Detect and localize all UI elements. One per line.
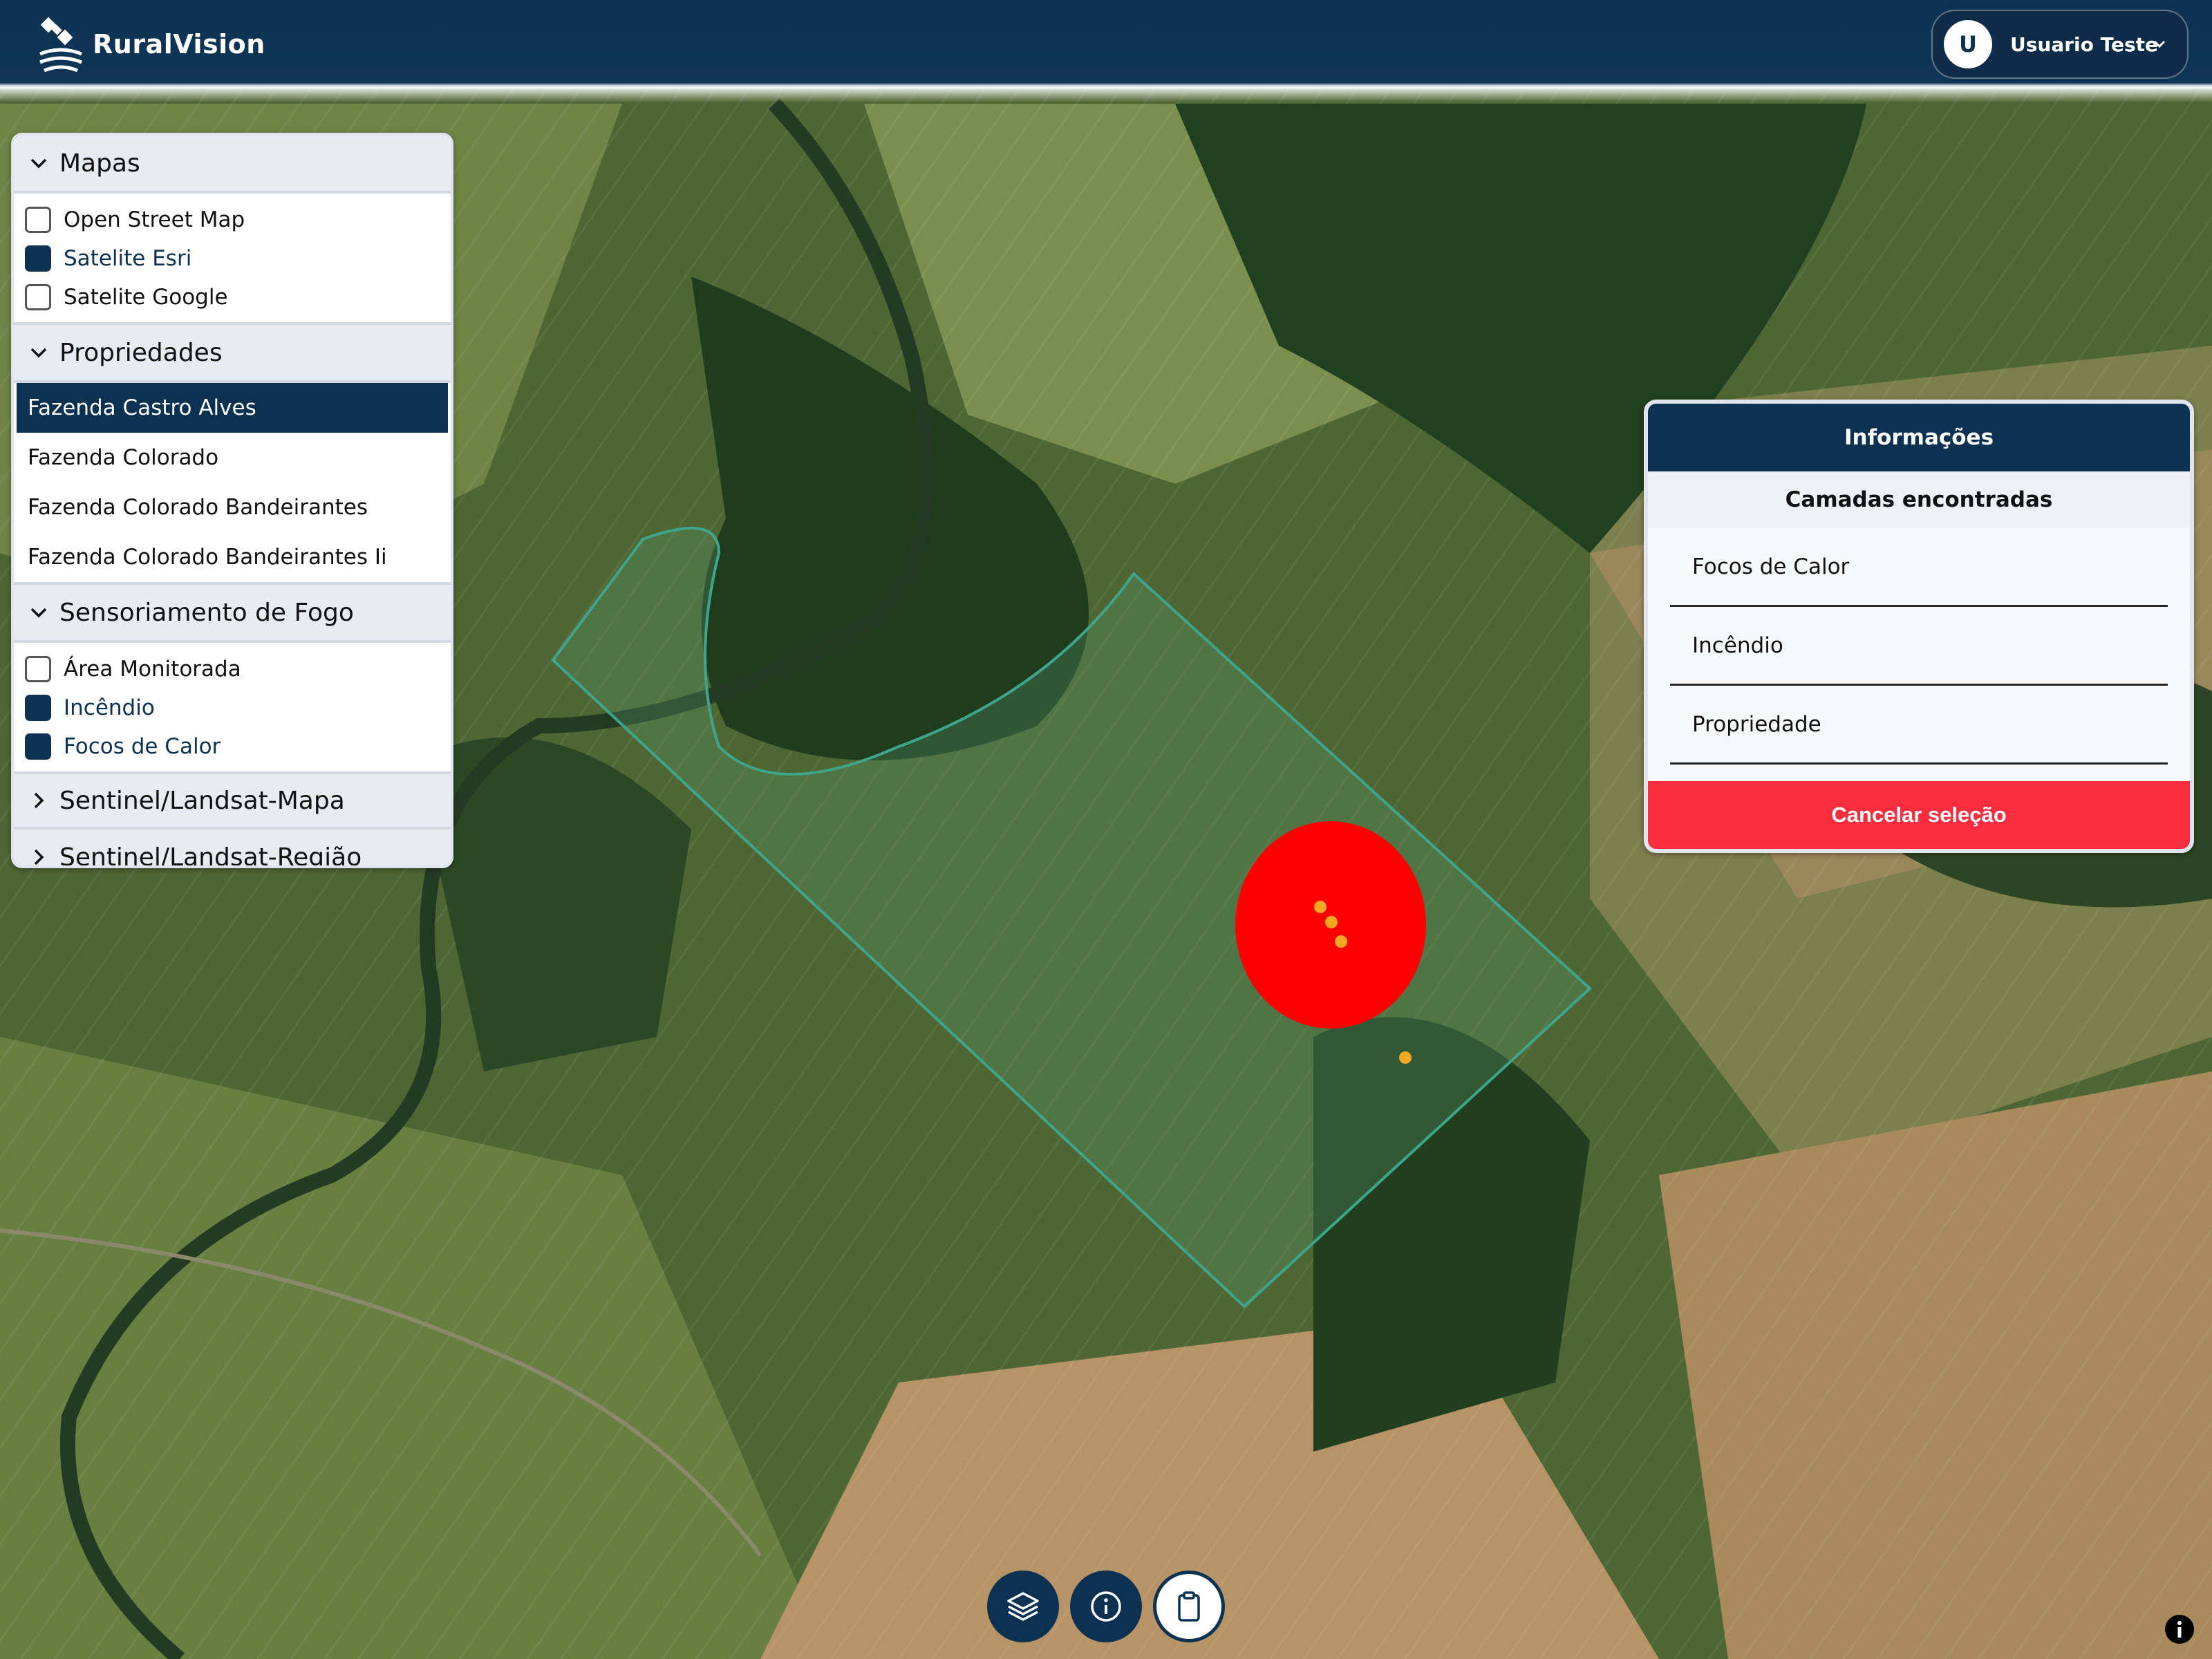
layer-option-incendio[interactable]: Incêndio xyxy=(14,688,451,727)
found-layer-item[interactable]: Propriedade xyxy=(1670,686,2168,765)
checkbox[interactable] xyxy=(25,207,51,233)
heat-spot[interactable] xyxy=(1335,935,1347,948)
property-item[interactable]: Fazenda Colorado Bandeirantes Ii xyxy=(17,532,448,582)
group-body-mapas: Open Street Map Satelite Esri Satelite G… xyxy=(14,194,451,322)
layer-option-label: Área Monitorada xyxy=(64,657,241,682)
property-item[interactable]: Fazenda Colorado Bandeirantes xyxy=(17,482,448,532)
top-bar-shadow xyxy=(0,87,2212,102)
chevron-down-icon xyxy=(30,158,47,169)
info-panel: Informações Camadas encontradas Focos de… xyxy=(1644,400,2194,853)
clipboard-button[interactable] xyxy=(1153,1571,1225,1642)
group-header-propriedades[interactable]: Propriedades xyxy=(14,325,451,383)
checkbox[interactable] xyxy=(25,245,51,272)
group-body-propriedades: Fazenda Castro Alves Fazenda Colorado Fa… xyxy=(14,383,451,582)
group-title: Sentinel/Landsat-Região xyxy=(59,843,362,868)
layer-option-label: Satelite Esri xyxy=(64,246,192,271)
group-header-sentinel-landsat-mapa[interactable]: Sentinel/Landsat-Mapa xyxy=(14,771,451,830)
chevron-right-icon xyxy=(34,849,44,865)
brand[interactable]: RuralVision xyxy=(36,12,265,76)
group-header-sentinel-landsat-regiao[interactable]: Sentinel/Landsat-Região xyxy=(14,830,451,868)
chevron-down-icon[interactable] xyxy=(2153,37,2166,51)
group-body-sensoriamento-de-fogo: Área Monitorada Incêndio Focos de Calor xyxy=(14,643,451,771)
user-menu[interactable]: U Usuario Teste xyxy=(1931,10,2188,79)
user-name: Usuario Teste xyxy=(2010,32,2159,56)
checkbox[interactable] xyxy=(25,695,51,721)
layer-option-label: Open Street Map xyxy=(64,207,245,232)
checkbox[interactable] xyxy=(25,656,51,682)
layer-option-satelite-google[interactable]: Satelite Google xyxy=(14,278,451,317)
layer-option-focos-de-calor[interactable]: Focos de Calor xyxy=(14,727,451,766)
group-title: Sensoriamento de Fogo xyxy=(59,598,354,627)
info-panel-title: Informações xyxy=(1648,404,2190,471)
layer-option-label: Incêndio xyxy=(64,695,155,720)
checkbox[interactable] xyxy=(25,284,51,310)
cancel-selection-button[interactable]: Cancelar seleção xyxy=(1648,781,2190,849)
found-layer-item[interactable]: Focos de Calor xyxy=(1670,528,2168,607)
group-title: Propriedades xyxy=(59,338,223,367)
info-button[interactable] xyxy=(1070,1571,1142,1642)
top-bar: RuralVision U Usuario Teste xyxy=(0,0,2212,102)
layer-option-open-street-map[interactable]: Open Street Map xyxy=(14,200,451,239)
found-layer-item[interactable]: Incêndio xyxy=(1670,607,2168,686)
satellite-logo-icon xyxy=(39,17,82,73)
group-title: Mapas xyxy=(59,149,140,178)
layer-option-label: Focos de Calor xyxy=(64,734,221,759)
layers-icon xyxy=(1007,1592,1039,1621)
info-icon xyxy=(1091,1591,1121,1622)
heat-spot[interactable] xyxy=(1399,1051,1412,1064)
chevron-down-icon xyxy=(30,608,47,618)
group-title: Sentinel/Landsat-Mapa xyxy=(59,786,345,815)
layer-option-label: Satelite Google xyxy=(64,285,228,310)
heat-spot[interactable] xyxy=(1325,916,1338,928)
info-panel-subtitle: Camadas encontradas xyxy=(1648,471,2190,528)
layer-option-satelite-esri[interactable]: Satelite Esri xyxy=(14,239,451,278)
layer-option-area-monitorada[interactable]: Área Monitorada xyxy=(14,650,451,688)
property-item[interactable]: Fazenda Castro Alves xyxy=(17,383,448,433)
property-item[interactable]: Fazenda Colorado xyxy=(17,433,448,482)
layers-panel: Mapas Open Street Map Satelite Esri Sate… xyxy=(11,133,453,868)
heat-spot[interactable] xyxy=(1314,901,1327,913)
layers-button[interactable] xyxy=(987,1571,1059,1642)
avatar: U xyxy=(1944,20,1992,68)
chevron-right-icon xyxy=(34,792,44,809)
brand-name: RuralVision xyxy=(93,29,265,59)
clipboard-icon xyxy=(1178,1591,1200,1622)
checkbox[interactable] xyxy=(25,733,51,760)
chevron-down-icon xyxy=(30,348,47,358)
group-header-sensoriamento-de-fogo[interactable]: Sensoriamento de Fogo xyxy=(14,585,451,643)
group-header-mapas[interactable]: Mapas xyxy=(14,135,451,194)
info-circle-icon[interactable] xyxy=(2164,1613,2195,1645)
